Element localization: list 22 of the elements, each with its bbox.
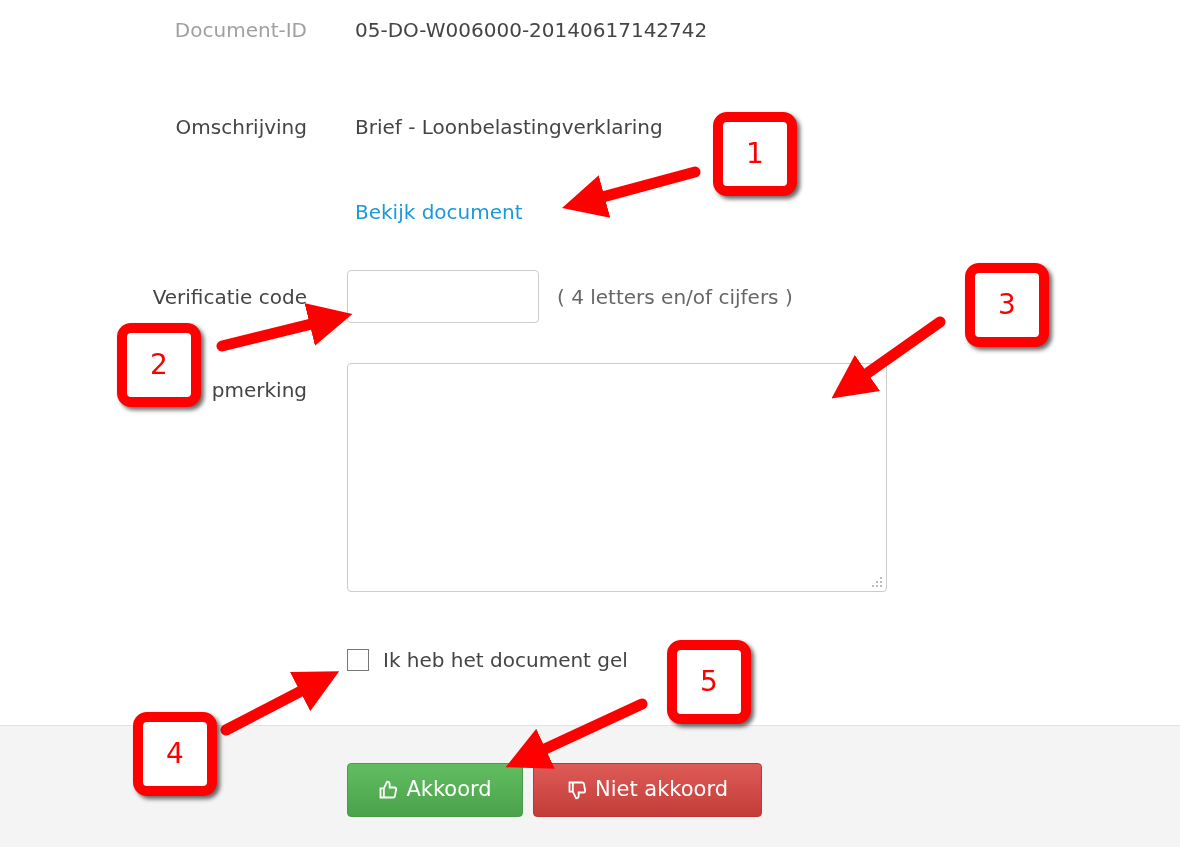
thumbs-up-icon xyxy=(378,780,399,800)
view-document-link[interactable]: Bekijk document xyxy=(355,197,523,227)
callout-number: 1 xyxy=(713,112,797,196)
callout-number: 3 xyxy=(965,263,1049,347)
field-label: pmerking xyxy=(211,378,307,402)
callout-number: 2 xyxy=(117,323,201,407)
description-value: Brief - Loonbelastingverklaring xyxy=(355,114,663,141)
field-label: Verificatie code xyxy=(151,283,307,311)
thumbs-down-icon xyxy=(566,780,587,800)
callout-number: 4 xyxy=(133,712,217,796)
field-label: Document-ID xyxy=(173,17,307,44)
accept-button[interactable]: Akkoord xyxy=(347,763,523,817)
verification-hint: ( 4 letters en/of cijfers ) xyxy=(557,283,793,311)
field-label: Omschrijving xyxy=(174,114,307,141)
verification-code-field[interactable] xyxy=(347,270,539,323)
checkbox-label: Ik heb het document gel xyxy=(383,647,628,674)
reject-button[interactable]: Niet akkoord xyxy=(533,763,762,817)
resize-handle-icon[interactable] xyxy=(871,576,883,588)
remark-field[interactable] xyxy=(347,363,887,592)
confirm-checkbox[interactable] xyxy=(347,649,369,671)
document-id-value: 05-DO-W006000-20140617142742 xyxy=(355,17,708,44)
callout-number: 5 xyxy=(667,640,751,724)
